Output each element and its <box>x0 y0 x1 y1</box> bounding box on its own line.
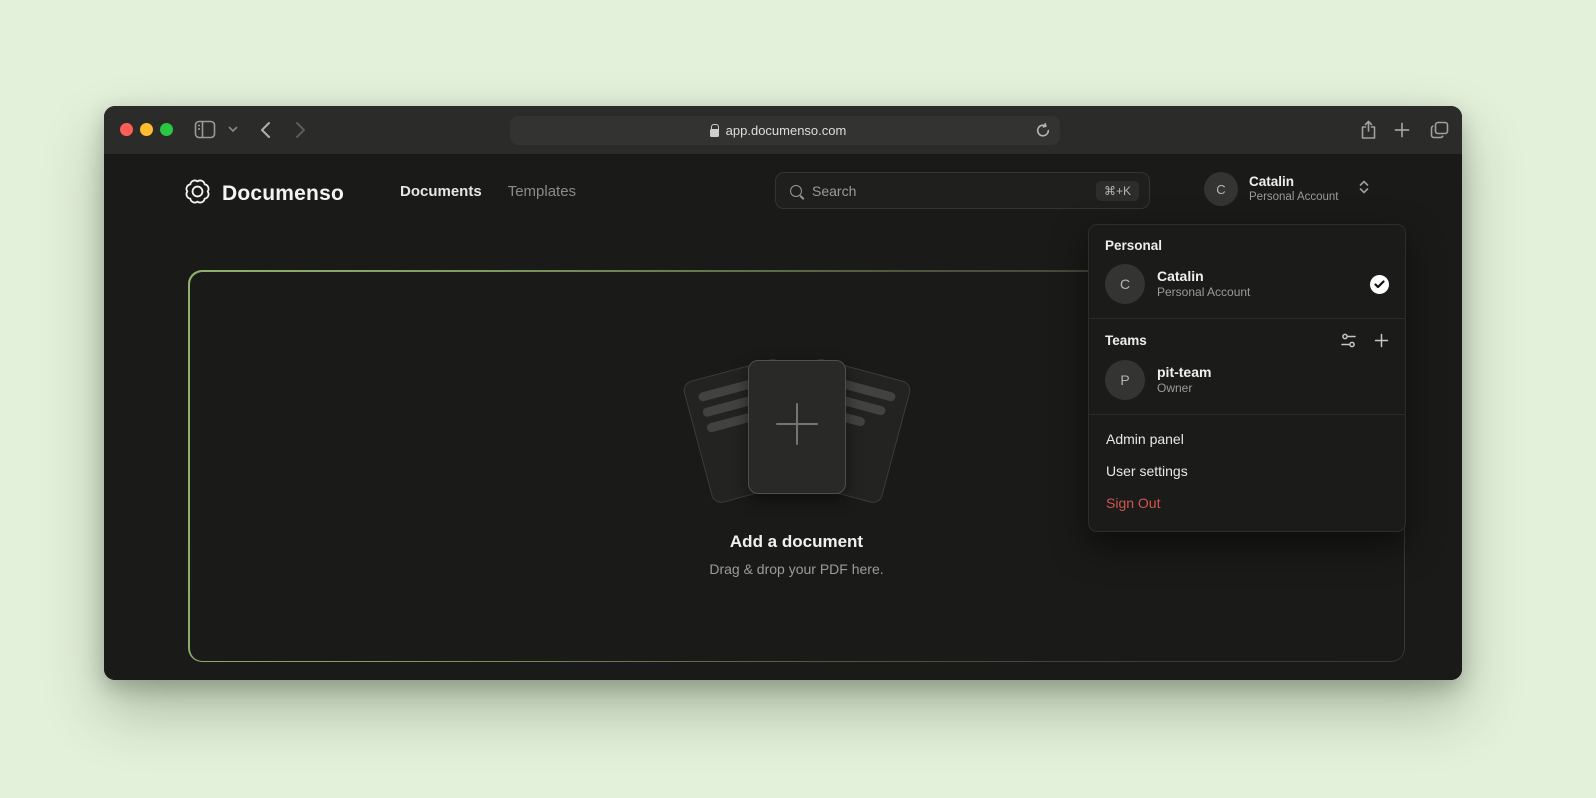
minimize-window-button[interactable] <box>140 123 153 136</box>
close-window-button[interactable] <box>120 123 133 136</box>
menu-item-sign-out[interactable]: Sign Out <box>1089 487 1405 519</box>
personal-account-subtitle: Personal Account <box>1157 285 1358 300</box>
sidebar-chevron-down-icon[interactable] <box>228 126 238 133</box>
menu-item-admin-panel[interactable]: Admin panel <box>1089 423 1405 455</box>
search-icon <box>790 185 802 197</box>
documenso-logo-icon <box>184 178 211 210</box>
account-dropdown-menu: Personal C Catalin Personal Account <box>1088 224 1406 532</box>
tab-overview-icon[interactable] <box>1430 121 1449 139</box>
share-icon[interactable] <box>1360 120 1377 140</box>
teams-section-label: Teams <box>1105 333 1340 348</box>
plus-icon <box>772 399 822 454</box>
browser-toolbar: app.documenso.com <box>104 106 1462 154</box>
search-input[interactable]: Search ⌘+K <box>775 172 1150 209</box>
reload-icon[interactable] <box>1036 123 1050 138</box>
account-subtitle: Personal Account <box>1249 190 1339 204</box>
personal-account-row[interactable]: C Catalin Personal Account <box>1105 264 1389 304</box>
page-content: Documenso Documents Templates Search ⌘+K… <box>104 154 1462 680</box>
team-role: Owner <box>1157 381 1389 396</box>
personal-account-name: Catalin <box>1157 268 1358 285</box>
team-name: pit-team <box>1157 364 1389 381</box>
back-button[interactable] <box>260 121 271 139</box>
account-menu-trigger[interactable]: C Catalin Personal Account <box>1204 172 1370 206</box>
new-tab-icon[interactable] <box>1394 122 1410 138</box>
sidebar-toggle-icon[interactable] <box>194 120 216 139</box>
dropzone-title: Add a document <box>730 532 863 552</box>
document-card-center <box>748 360 846 494</box>
selected-check-icon <box>1370 275 1389 294</box>
forward-button[interactable] <box>295 121 306 139</box>
search-shortcut-badge: ⌘+K <box>1096 181 1139 201</box>
traffic-lights <box>120 123 173 136</box>
nav-documents[interactable]: Documents <box>400 183 482 200</box>
personal-avatar: C <box>1105 264 1145 304</box>
brand-name: Documenso <box>222 182 344 206</box>
team-row[interactable]: P pit-team Owner <box>1105 360 1389 400</box>
add-team-icon[interactable] <box>1374 333 1389 348</box>
menu-item-user-settings[interactable]: User settings <box>1089 455 1405 487</box>
manage-teams-icon[interactable] <box>1340 332 1357 349</box>
teams-section: Teams <box>1089 319 1405 414</box>
search-placeholder: Search <box>812 183 1086 199</box>
chevron-up-down-icon <box>1358 179 1370 200</box>
account-name: Catalin <box>1249 174 1339 190</box>
dropzone-subtitle: Drag & drop your PDF here. <box>709 561 883 577</box>
personal-section: Personal C Catalin Personal Account <box>1089 225 1405 318</box>
account-avatar: C <box>1204 172 1238 206</box>
personal-section-label: Personal <box>1105 238 1389 253</box>
zoom-window-button[interactable] <box>160 123 173 136</box>
main-nav: Documents Templates <box>400 183 576 200</box>
address-bar[interactable]: app.documenso.com <box>510 116 1060 145</box>
documents-illustration <box>690 356 904 506</box>
menu-items: Admin panel User settings Sign Out <box>1089 415 1405 531</box>
lock-icon <box>710 129 719 137</box>
browser-window: app.documenso.com <box>104 106 1462 680</box>
brand[interactable]: Documenso <box>184 178 344 210</box>
team-avatar: P <box>1105 360 1145 400</box>
nav-templates[interactable]: Templates <box>508 183 576 200</box>
url-text: app.documenso.com <box>726 123 847 138</box>
